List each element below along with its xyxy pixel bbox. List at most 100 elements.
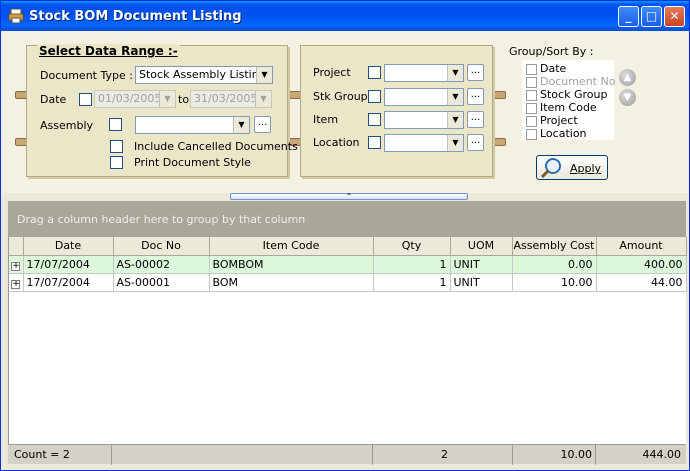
chevron-down-icon[interactable]: ▼ [447,89,463,105]
printer-icon [8,8,24,24]
location-label: Location [313,136,360,149]
expand-icon[interactable]: + [11,261,21,271]
assembly-select[interactable]: ▼ [135,116,250,134]
splitter[interactable]: ⌃ [2,193,688,201]
group-sort-checkbox[interactable] [526,63,537,75]
apply-label: Apply [570,162,602,175]
location-select[interactable]: ▼ [384,134,464,152]
cell-item-code[interactable]: BOM [209,273,374,292]
title-bar[interactable]: Stock BOM Document Listing _ □ ✕ [1,1,689,31]
data-range-legend: Select Data Range :- [37,44,180,58]
column-header-amount[interactable]: Amount [596,237,687,256]
include-cancelled-checkbox[interactable] [110,140,123,153]
chevron-down-icon[interactable]: ▼ [233,117,249,133]
column-header-item-code[interactable]: Item Code [209,237,374,256]
assembly-label: Assembly [40,119,94,132]
cell-item-code[interactable]: BOMBOM [209,255,374,274]
data-range-panel: Select Data Range :- Document Type : Sto… [26,44,298,177]
stk-group-checkbox[interactable] [368,90,381,103]
document-type-select[interactable]: Stock Assembly Listing ▼ [135,66,273,84]
cell-uom[interactable]: UNIT [450,255,513,274]
group-sort-item[interactable]: Stock Group [526,88,607,101]
cell-uom[interactable]: UNIT [450,273,513,292]
print-style-checkbox[interactable] [110,156,123,169]
chevron-down-icon[interactable]: ▼ [159,91,175,107]
apply-button[interactable]: Apply [536,155,608,180]
group-sort-list[interactable]: Date Document No Stock Group Item Code P… [522,60,615,140]
group-sort-checkbox[interactable] [526,102,537,114]
date-from-select[interactable]: 01/03/2005 ▼ [94,90,176,108]
chevron-down-icon[interactable]: ▼ [255,91,271,107]
cell-date[interactable]: 17/07/2004 [23,255,114,274]
group-sort-checkbox[interactable] [526,89,537,101]
group-by-area[interactable]: Drag a column header here to group by th… [8,201,686,237]
cell-doc-no[interactable]: AS-00002 [113,255,210,274]
assembly-lookup-button[interactable]: ... [254,116,271,133]
chevron-down-icon[interactable]: ▼ [447,135,463,151]
assembly-cost-total: 10.00 [560,448,593,461]
chevron-up-icon[interactable]: ⌃ [346,192,353,201]
assembly-checkbox[interactable] [109,118,122,131]
group-sort-checkbox [526,76,537,88]
group-sort-item[interactable]: Date [526,62,566,75]
expand-cell[interactable]: + [9,255,24,274]
date-to-select[interactable]: 31/03/2005 ▼ [190,90,272,108]
group-sort-item[interactable]: Project [526,114,578,127]
qty-total: 2 [441,448,448,461]
maximize-button[interactable]: □ [641,6,662,27]
column-header-uom[interactable]: UOM [450,237,513,256]
cell-assembly-cost[interactable]: 0.00 [512,255,597,274]
item-select[interactable]: ▼ [384,111,464,129]
data-grid[interactable]: Date Doc No Item Code Qty UOM Assembly C… [8,237,687,444]
summary-footer: Count = 2 2 10.00 444.00 [8,444,686,465]
chevron-down-icon[interactable]: ▼ [447,112,463,128]
project-lookup-button[interactable]: ... [467,64,484,81]
cell-amount[interactable]: 44.00 [596,273,687,292]
filters-panel: Project ▼ ... Stk Group ▼ ... Item ▼ ...… [300,45,493,177]
item-label: Item [313,113,339,126]
connector-right-bottom [494,138,506,146]
column-header-qty[interactable]: Qty [373,237,451,256]
stk-group-select[interactable]: ▼ [384,88,464,106]
location-checkbox[interactable] [368,136,381,149]
group-sort-item[interactable]: Location [526,127,587,140]
date-checkbox[interactable] [79,93,92,106]
project-checkbox[interactable] [368,66,381,79]
group-by-hint: Drag a column header here to group by th… [17,213,306,226]
move-down-icon[interactable]: ▼ [619,89,636,106]
item-lookup-button[interactable]: ... [467,111,484,128]
cell-qty[interactable]: 1 [373,255,451,274]
cell-amount[interactable]: 400.00 [596,255,687,274]
group-sort-title: Group/Sort By : [509,45,594,58]
group-sort-item[interactable]: Item Code [526,101,597,114]
chevron-down-icon[interactable]: ▼ [447,65,463,81]
amount-total: 444.00 [642,448,682,461]
date-to-value: 31/03/2005 [194,92,258,105]
group-sort-checkbox[interactable] [526,128,537,140]
table-row[interactable]: + 17/07/2004 AS-00001 BOM 1 UNIT 10.00 4… [9,273,687,292]
cell-date[interactable]: 17/07/2004 [23,273,114,292]
cell-assembly-cost[interactable]: 10.00 [512,273,597,292]
date-label: Date [40,93,67,106]
group-sort-item: Document No [526,75,615,88]
stk-group-lookup-button[interactable]: ... [467,88,484,105]
item-checkbox[interactable] [368,113,381,126]
magnifier-icon [540,158,561,179]
expand-cell[interactable]: + [9,273,24,292]
minimize-button[interactable]: _ [618,6,639,27]
table-row[interactable]: + 17/07/2004 AS-00002 BOMBOM 1 UNIT 0.00… [9,255,687,274]
footer-divider [111,445,112,465]
chevron-down-icon[interactable]: ▼ [256,67,272,83]
group-sort-checkbox[interactable] [526,115,537,127]
collapse-handle[interactable]: ⌃ [230,192,468,201]
close-button[interactable]: ✕ [664,6,685,27]
expand-icon[interactable]: + [11,279,21,289]
project-select[interactable]: ▼ [384,64,464,82]
move-up-icon[interactable]: ▲ [619,69,636,86]
cell-qty[interactable]: 1 [373,273,451,292]
location-lookup-button[interactable]: ... [467,134,484,151]
column-header-date[interactable]: Date [23,237,114,256]
cell-doc-no[interactable]: AS-00001 [113,273,210,292]
column-header-doc-no[interactable]: Doc No [113,237,210,256]
column-header-assembly-cost[interactable]: Assembly Cost [512,237,597,256]
